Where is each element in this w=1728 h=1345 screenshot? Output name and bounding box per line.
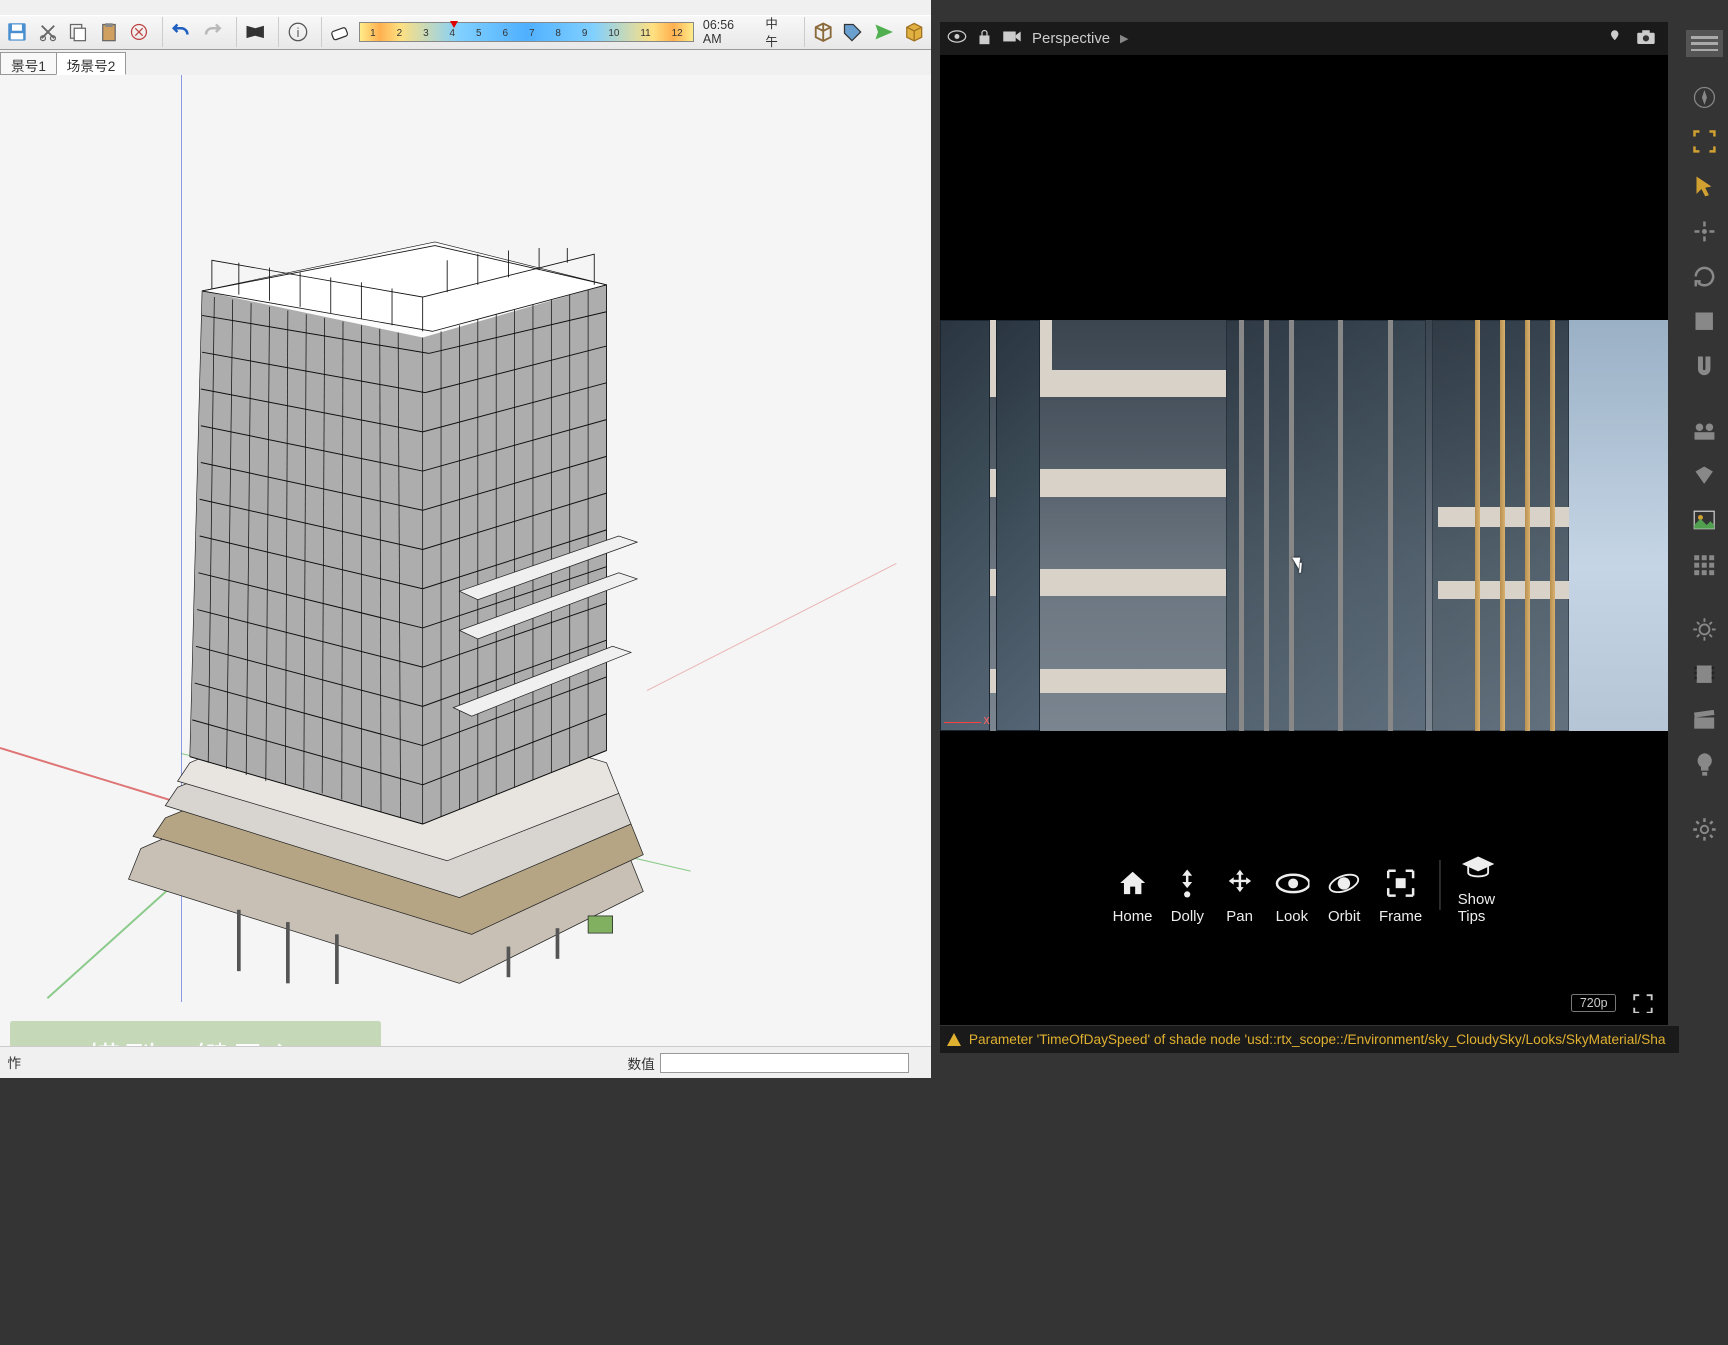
eye-icon[interactable] [947, 29, 967, 48]
value-input[interactable] [660, 1053, 909, 1073]
sketchup-viewport[interactable]: 模型一键导入 [0, 75, 931, 1046]
scale-tool-icon[interactable] [1686, 302, 1723, 339]
scene-tab-2[interactable]: 场景号2 [56, 52, 127, 74]
time-display: 06:56 AM [703, 18, 754, 46]
render-image: x [940, 320, 1668, 731]
building-model[interactable] [112, 199, 660, 983]
scene-tab-1[interactable]: 景号1 [0, 52, 57, 74]
move-tool-icon[interactable] [1686, 213, 1723, 250]
chevron-right-icon[interactable]: ▶ [1120, 32, 1129, 45]
camera-icon[interactable] [1002, 29, 1022, 48]
undo-icon[interactable] [167, 17, 196, 47]
nav-orbit[interactable]: Orbit [1327, 866, 1362, 925]
time-period: 中午 [765, 14, 789, 50]
nav-look[interactable]: Look [1274, 866, 1309, 925]
cursor-tool-icon[interactable] [1686, 168, 1723, 205]
warning-text: Parameter 'TimeOfDaySpeed' of shade node… [969, 1032, 1666, 1047]
warning-icon [947, 1033, 961, 1046]
menu-icon[interactable] [1686, 30, 1723, 57]
render-viewport[interactable]: x Home Dolly Pan Look [940, 55, 1668, 1025]
material-icon[interactable] [1686, 457, 1723, 494]
delete-icon[interactable] [124, 17, 153, 47]
tag-icon[interactable] [839, 17, 868, 47]
viewport-header: Perspective ▶ [940, 22, 1668, 54]
render-pane: Perspective ▶ [940, 22, 1668, 1024]
pan-icon [1222, 866, 1257, 901]
status-left: 怍 [7, 1052, 21, 1072]
status-right-label: 数值 [627, 1053, 654, 1073]
film-icon[interactable] [1686, 656, 1723, 693]
group-icon[interactable] [1686, 412, 1723, 449]
eraser-icon[interactable] [326, 17, 355, 47]
bulb-icon[interactable] [1686, 746, 1723, 783]
rotate-tool-icon[interactable] [1686, 258, 1723, 295]
nav-show-tips[interactable]: Show Tips [1458, 849, 1496, 925]
sketchup-pane: i 123456789101112 06:56 AM 中午 景号1 场景号2 [0, 0, 931, 1078]
nav-dolly[interactable]: Dolly [1170, 866, 1205, 925]
save-icon[interactable] [2, 17, 31, 47]
nav-frame[interactable]: Frame [1379, 866, 1422, 925]
grid-icon[interactable] [1686, 546, 1723, 583]
lock-icon[interactable] [977, 28, 992, 49]
camera-mode-label[interactable]: Perspective [1032, 30, 1110, 47]
book-icon[interactable] [240, 17, 269, 47]
copy-icon[interactable] [63, 17, 92, 47]
warning-bar: Parameter 'TimeOfDaySpeed' of shade node… [940, 1026, 1680, 1053]
nav-pan[interactable]: Pan [1222, 866, 1257, 925]
send-icon[interactable] [869, 17, 898, 47]
resolution-badge[interactable]: 720p [1571, 994, 1616, 1012]
fullscreen-icon[interactable] [1633, 994, 1653, 1014]
compass-icon[interactable] [1686, 78, 1723, 115]
cube-icon[interactable] [808, 17, 837, 47]
gear-icon[interactable] [1686, 810, 1723, 847]
frame-icon [1383, 866, 1418, 901]
redo-icon[interactable] [198, 17, 227, 47]
sketchup-toolbar: i 123456789101112 06:56 AM 中午 [0, 15, 931, 50]
focus-icon[interactable] [1686, 123, 1723, 160]
paste-icon[interactable] [94, 17, 123, 47]
look-icon [1274, 866, 1309, 901]
home-icon [1115, 866, 1150, 901]
pin-icon[interactable] [1606, 29, 1623, 53]
import-banner: 模型一键导入 [10, 1021, 381, 1046]
snapshot-icon[interactable] [1636, 29, 1656, 49]
grad-cap-icon [1459, 849, 1494, 884]
time-of-day-slider[interactable]: 123456789101112 [359, 22, 695, 42]
x-axis-label: x [984, 713, 990, 727]
clapper-icon[interactable] [1686, 701, 1723, 738]
image-icon[interactable] [1686, 502, 1723, 539]
axis-x2 [647, 563, 897, 691]
orbit-icon [1327, 866, 1362, 901]
magnet-icon[interactable] [1686, 347, 1723, 384]
box-icon[interactable] [900, 17, 929, 47]
cut-icon[interactable] [33, 17, 62, 47]
sun-icon[interactable] [1686, 611, 1723, 648]
right-toolbar [1681, 22, 1728, 1053]
dolly-icon [1170, 866, 1205, 901]
navigation-toolbar: Home Dolly Pan Look Orbit [1113, 849, 1496, 925]
scene-tabs: 景号1 场景号2 [0, 52, 125, 74]
nav-home[interactable]: Home [1113, 866, 1153, 925]
info-icon[interactable]: i [283, 17, 312, 47]
svg-text:i: i [296, 26, 299, 40]
